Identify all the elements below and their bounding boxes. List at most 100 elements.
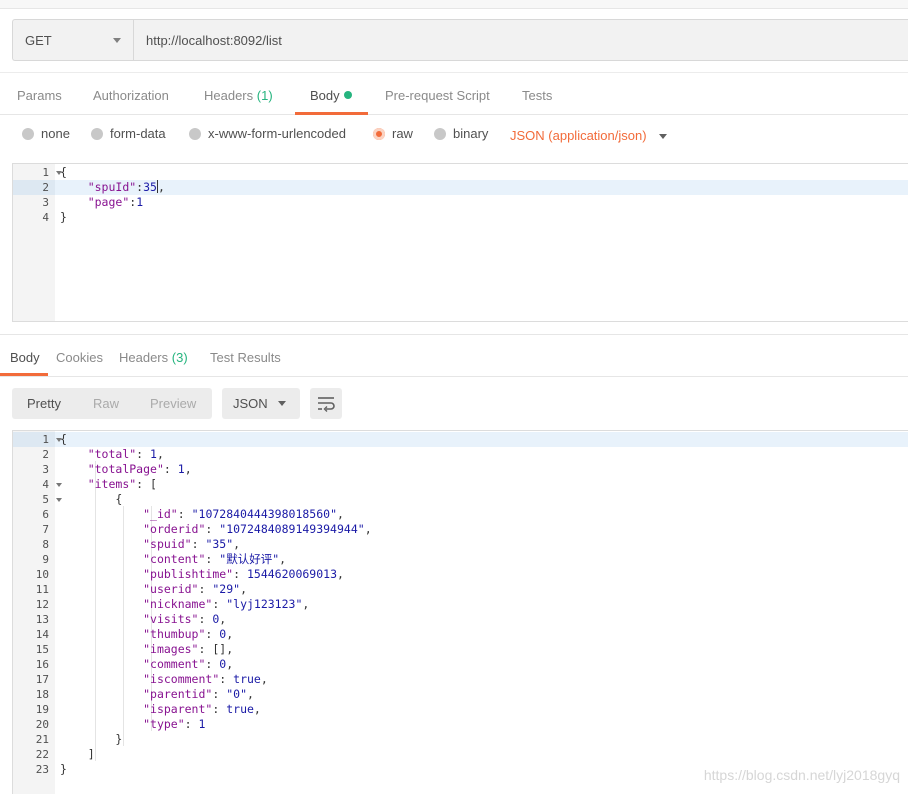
radio-binary[interactable]: binary [434, 126, 488, 141]
line-number: 20 [35, 718, 49, 731]
tab-pre-request-script[interactable]: Pre-request Script [385, 88, 490, 103]
code-line: 7 "orderid": "1072484089149394944", [13, 522, 908, 537]
tab-label: Tests [522, 88, 553, 103]
preview-button[interactable]: Preview [150, 396, 196, 411]
line-number: 8 [42, 538, 49, 551]
code-text: { [60, 492, 123, 506]
format-label: JSON [233, 396, 268, 411]
format-select[interactable]: JSON [222, 388, 300, 419]
tab-label: Test Results [210, 350, 281, 365]
line-number: 13 [35, 613, 49, 626]
chevron-down-icon [113, 38, 121, 43]
radio-label: none [41, 126, 70, 141]
code-text: "iscomment": true, [143, 672, 268, 686]
request-url-bar: GET http://localhost:8092/list [12, 19, 908, 61]
code-text: "comment": 0, [143, 657, 234, 671]
code-text: "orderid": "1072484089149394944", [143, 522, 372, 536]
tab-response-headers[interactable]: Headers (3) [119, 350, 188, 365]
code-line: 12 "nickname": "lyj123123", [13, 597, 908, 612]
code-line: 20 "type": 1 [13, 717, 908, 732]
tab-body[interactable]: Body [310, 88, 352, 103]
line-number: 22 [35, 748, 49, 761]
tab-headers[interactable]: Headers (1) [204, 88, 273, 103]
raw-button[interactable]: Raw [93, 396, 119, 411]
code-line: 11 "userid": "29", [13, 582, 908, 597]
method-select[interactable]: GET [13, 20, 134, 60]
body-type-select[interactable]: JSON (application/json) [510, 128, 647, 143]
line-number: 2 [13, 180, 55, 195]
code-line: 21 } [13, 732, 908, 747]
request-tabs: Params Authorization Headers (1) Body Pr… [0, 73, 908, 115]
code-line: 5 { [13, 492, 908, 507]
line-number: 16 [35, 658, 49, 671]
code-line: 16 "comment": 0, [13, 657, 908, 672]
line-number: 3 [42, 463, 49, 476]
response-body-viewer[interactable]: 1{2 "total": 1, 3 "totalPage": 1, 4 "items… [12, 430, 908, 794]
code-text: "isparent": true, [143, 702, 261, 716]
code-text: "page":1 [87, 195, 144, 209]
tab-label: Authorization [93, 88, 169, 103]
code-line: 1{ [13, 165, 908, 180]
line-number: 9 [42, 553, 49, 566]
pretty-button[interactable]: Pretty [27, 396, 61, 411]
tab-label: Params [17, 88, 62, 103]
wrap-lines-button[interactable] [310, 388, 342, 419]
line-number: 5 [42, 493, 49, 506]
line-number: 21 [35, 733, 49, 746]
radio-circle-icon [189, 127, 201, 140]
line-number: 23 [35, 763, 49, 776]
code-line: 17 "iscomment": true, [13, 672, 908, 687]
tab-label: Pre-request Script [385, 88, 490, 103]
line-number: 2 [42, 448, 49, 461]
code-text: } [60, 762, 67, 776]
tab-test-results[interactable]: Test Results [210, 350, 281, 365]
radio-raw[interactable]: raw [373, 126, 413, 141]
radio-none[interactable]: none [22, 126, 70, 141]
code-text: "spuId":35, [87, 180, 165, 194]
radio-circle-icon [91, 127, 103, 140]
line-number: 14 [35, 628, 49, 641]
radio-selected-icon [373, 127, 385, 140]
line-number: 1 [13, 432, 55, 447]
line-number: 18 [35, 688, 49, 701]
tab-params[interactable]: Params [17, 88, 62, 103]
chevron-down-icon[interactable] [659, 134, 667, 139]
radio-label: form-data [110, 126, 166, 141]
code-text: "nickname": "lyj123123", [143, 597, 310, 611]
code-text: } [60, 732, 123, 746]
request-body-editor[interactable]: 1{2 "spuId":35, 3 "page":1 4} [12, 163, 908, 322]
code-text: "visits": 0, [143, 612, 227, 626]
active-tab-underline [295, 112, 368, 115]
code-text: "type": 1 [143, 717, 206, 731]
line-number: 11 [35, 583, 49, 596]
line-number: 10 [35, 568, 49, 581]
line-number: 15 [35, 643, 49, 656]
code-text: { [60, 165, 67, 179]
tab-label: Body [10, 350, 40, 365]
code-text: "publishtime": 1544620069013, [143, 567, 344, 581]
code-line: 15 "images": [], [13, 642, 908, 657]
tab-response-body[interactable]: Body [10, 350, 40, 365]
tab-cookies[interactable]: Cookies [56, 350, 103, 365]
line-number: 1 [42, 166, 49, 179]
code-text: { [60, 432, 67, 446]
url-input[interactable]: http://localhost:8092/list [134, 20, 908, 60]
tab-label: Cookies [56, 350, 103, 365]
code-text: } [60, 210, 67, 224]
line-number: 3 [42, 196, 49, 209]
tab-label: Headers [119, 350, 169, 365]
line-number: 19 [35, 703, 49, 716]
radio-x-www-form-urlencoded[interactable]: x-www-form-urlencoded [189, 126, 346, 141]
wrap-lines-icon [318, 397, 335, 412]
tab-tests[interactable]: Tests [522, 88, 552, 103]
code-text: "userid": "29", [143, 582, 247, 596]
tab-authorization[interactable]: Authorization [93, 88, 169, 103]
code-text: "items": [ [87, 477, 157, 491]
code-line: 3 "page":1 [13, 195, 908, 210]
line-number: 17 [35, 673, 49, 686]
top-strip [0, 0, 908, 9]
code-line: 2 "total": 1, [13, 447, 908, 462]
radio-form-data[interactable]: form-data [91, 126, 166, 141]
code-line: 1{ [13, 432, 908, 447]
body-mode-radio-group: none form-data x-www-form-urlencoded raw… [0, 126, 908, 148]
